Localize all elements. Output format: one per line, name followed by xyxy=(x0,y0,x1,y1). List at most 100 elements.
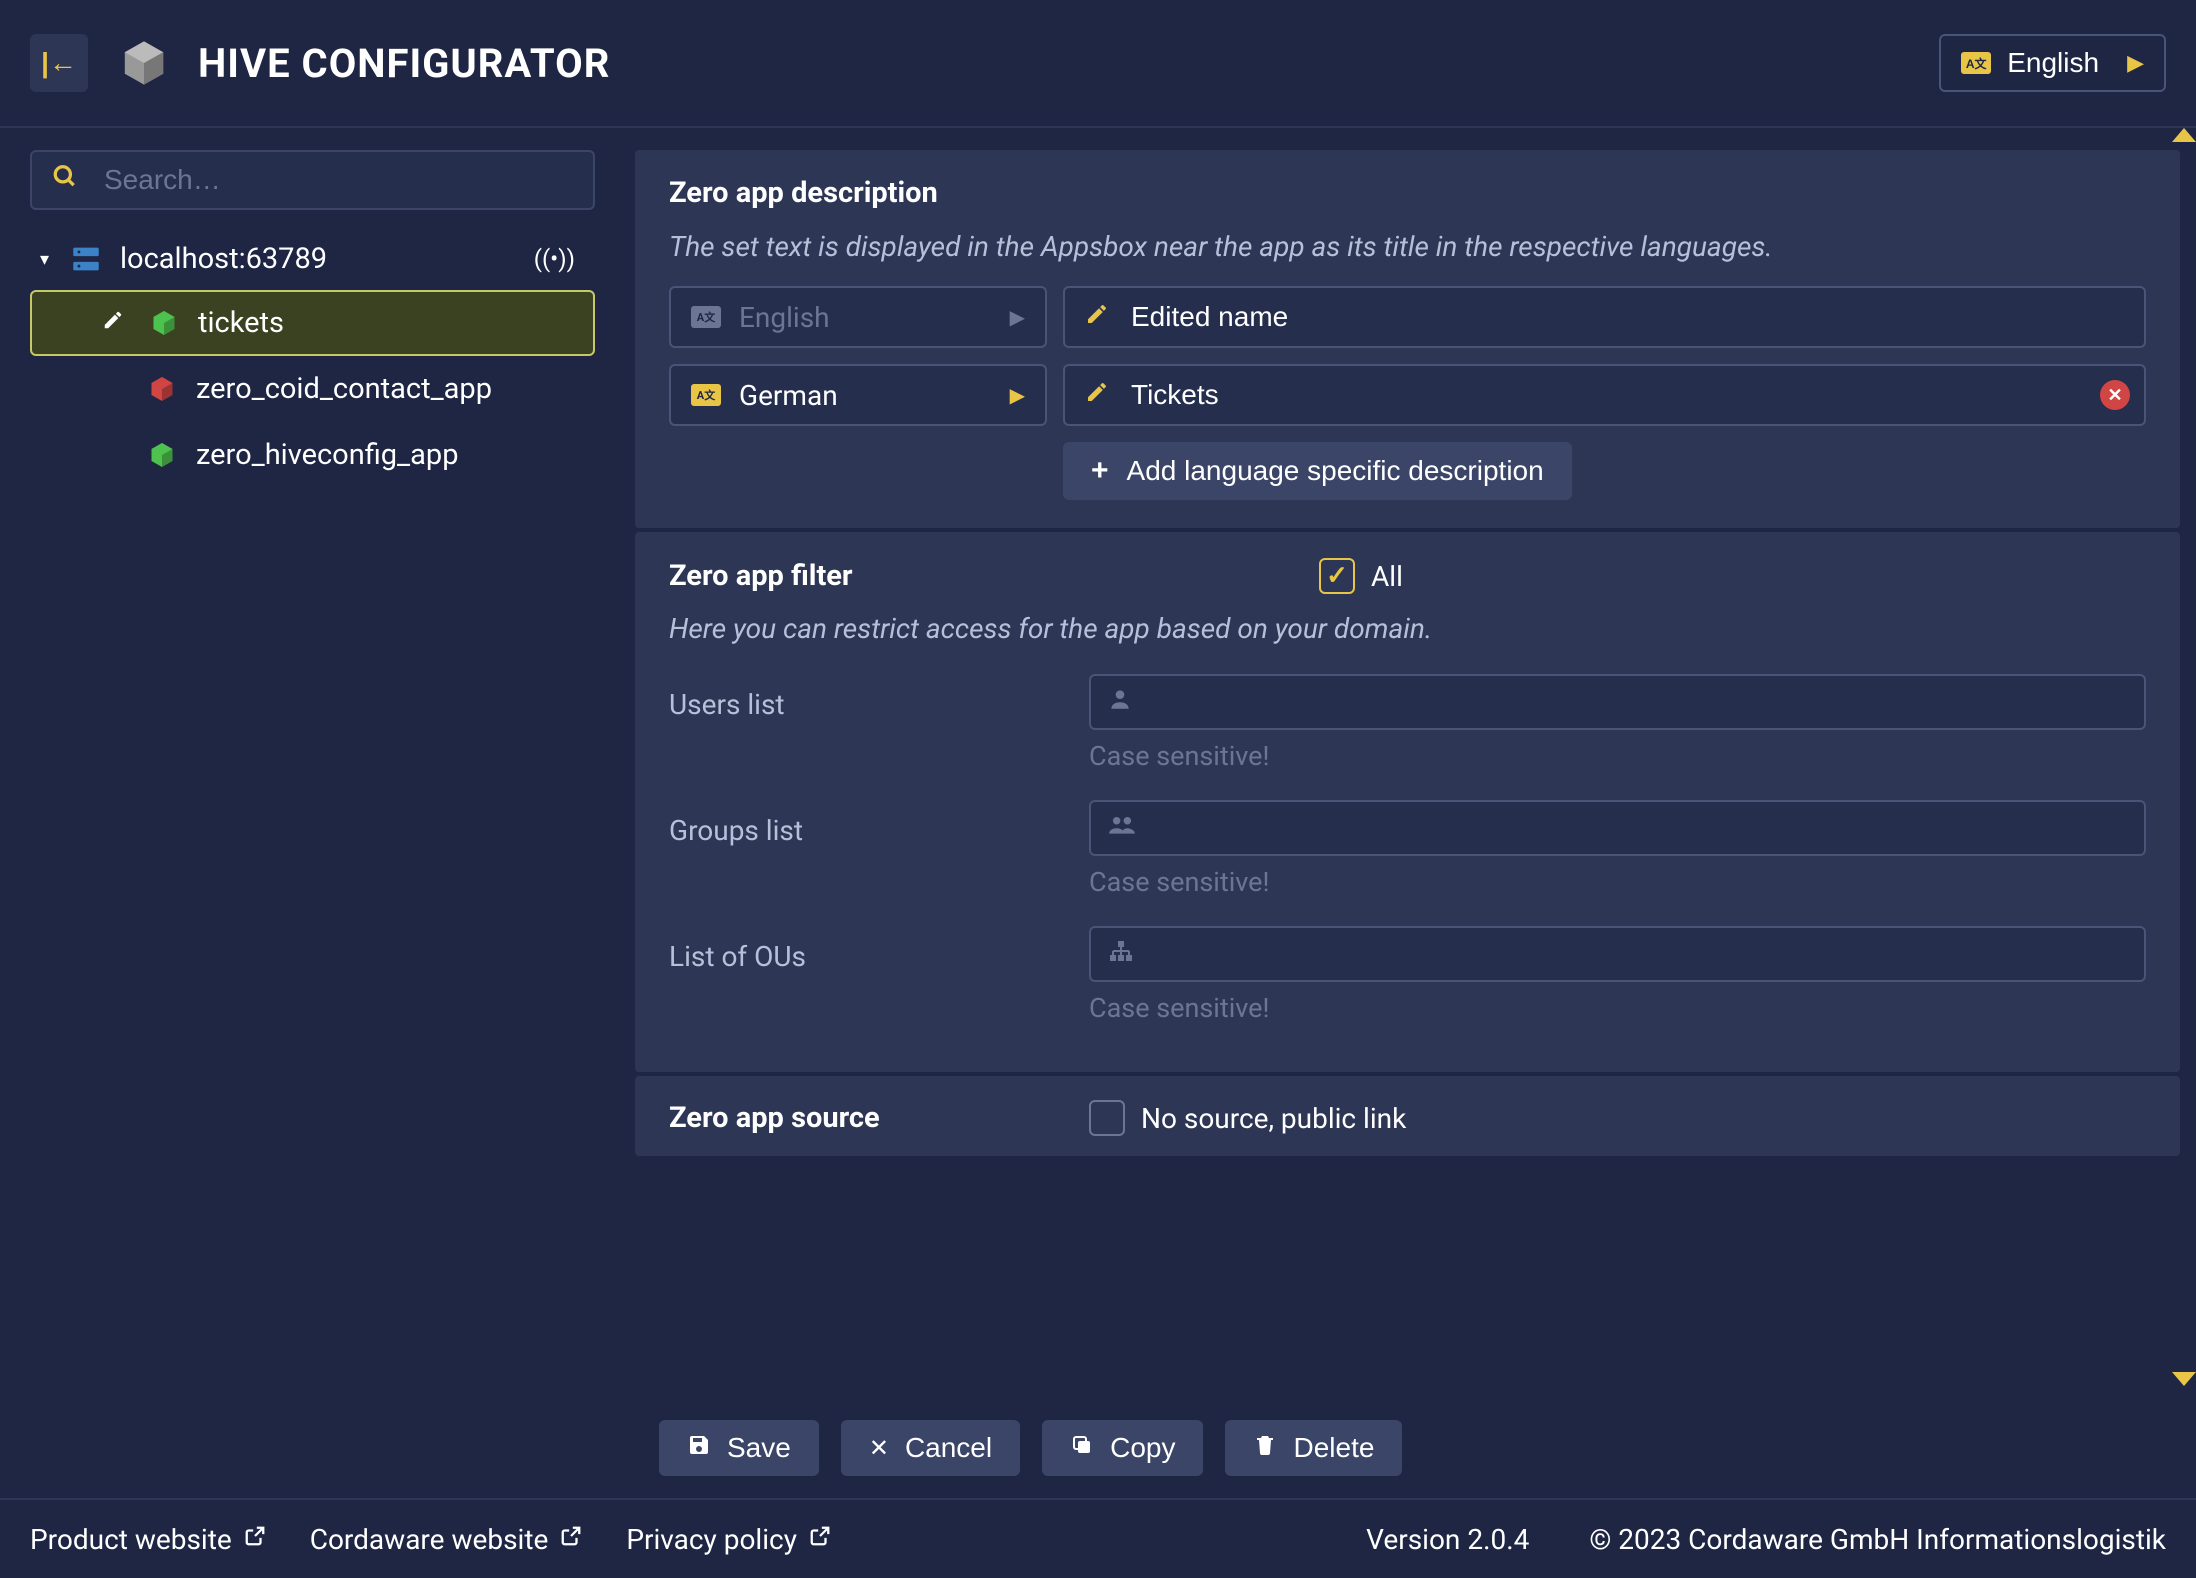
main-content: Zero app description The set text is dis… xyxy=(625,128,2196,1498)
filter-field-label: List of OUs xyxy=(669,940,806,973)
edit-icon xyxy=(1085,302,1109,332)
chevron-right-icon: ▶ xyxy=(2127,50,2144,76)
description-input-wrap xyxy=(1063,286,2146,348)
filter-panel-subtitle: Here you can restrict access for the app… xyxy=(669,608,2146,650)
org-icon xyxy=(1107,938,1135,970)
delete-button[interactable]: Delete xyxy=(1225,1420,1402,1476)
description-row: A文 English ▶ xyxy=(669,286,2146,348)
app-logo-icon xyxy=(116,35,172,91)
filter-panel: Zero app filter All Here you can restric… xyxy=(635,532,2180,1072)
external-icon xyxy=(560,1525,582,1553)
language-select-english[interactable]: A文 English ▶ xyxy=(669,286,1047,348)
source-panel: Zero app source No source, public link xyxy=(635,1076,2180,1156)
description-input[interactable] xyxy=(1063,364,2146,426)
group-icon xyxy=(1107,812,1137,844)
copyright-label: © 2023 Cordaware GmbH Informationslogist… xyxy=(1589,1523,2166,1556)
description-input-wrap: ✕ xyxy=(1063,364,2146,426)
language-label: English xyxy=(2007,47,2099,79)
edit-icon xyxy=(1085,380,1109,410)
user-icon xyxy=(1107,686,1133,718)
sidebar-item-label: zero_hiveconfig_app xyxy=(196,438,459,472)
plus-icon: + xyxy=(1091,454,1109,488)
add-language-description-label: Add language specific description xyxy=(1127,455,1544,487)
version-label: Version 2.0.4 xyxy=(1366,1523,1529,1556)
product-website-link[interactable]: Product website xyxy=(30,1523,266,1556)
sidebar-item-zero_hiveconfig_app[interactable]: zero_hiveconfig_app xyxy=(30,422,595,488)
cube-icon xyxy=(146,373,178,405)
filter-field-label: Users list xyxy=(669,688,785,721)
app-title: HIVE CONFIGURATOR xyxy=(198,40,610,87)
tree-root-label: localhost:63789 xyxy=(120,242,327,276)
chevron-right-icon: ▶ xyxy=(1010,305,1025,329)
clear-button[interactable]: ✕ xyxy=(2100,380,2130,410)
caret-down-icon: ▾ xyxy=(40,249,68,270)
sidebar-item-tickets[interactable]: tickets xyxy=(30,290,595,356)
source-panel-title: Zero app source xyxy=(669,1101,1089,1135)
filter-field-row: List of OUs Case sensitive! xyxy=(635,926,2180,1042)
footer: Product website Cordaware website Privac… xyxy=(0,1498,2196,1578)
filter-hint-label: Case sensitive! xyxy=(1089,992,2146,1024)
scroll-up-indicator xyxy=(2172,128,2196,142)
cancel-button[interactable]: ✕ Cancel xyxy=(841,1420,1020,1476)
filter-panel-title: Zero app filter xyxy=(669,559,1059,593)
filter-field-row: Groups list Case sensitive! xyxy=(635,800,2180,916)
no-source-label: No source, public link xyxy=(1141,1102,1406,1135)
cordaware-website-link[interactable]: Cordaware website xyxy=(310,1523,583,1556)
filter-group-input[interactable] xyxy=(1089,800,2146,856)
add-language-description-button[interactable]: + Add language specific description xyxy=(1063,442,1572,500)
filter-org-input[interactable] xyxy=(1089,926,2146,982)
filter-all-label: All xyxy=(1371,560,1403,593)
save-label: Save xyxy=(727,1432,791,1464)
action-bar: Save ✕ Cancel Copy Delete xyxy=(635,1398,2186,1498)
checkbox-icon xyxy=(1089,1100,1125,1136)
copy-icon xyxy=(1070,1433,1094,1464)
sidebar: ▾ localhost:63789 ((•)) tickets zero_coi… xyxy=(0,128,625,1498)
language-name-label: English xyxy=(739,301,830,334)
filter-user-input[interactable] xyxy=(1089,674,2146,730)
description-input[interactable] xyxy=(1063,286,2146,348)
sidebar-item-zero_coid_contact_app[interactable]: zero_coid_contact_app xyxy=(30,356,595,422)
description-panel-subtitle: The set text is displayed in the Appsbox… xyxy=(669,226,2146,268)
save-icon xyxy=(687,1433,711,1464)
language-select-german[interactable]: A文 German ▶ xyxy=(669,364,1047,426)
tree-root-node[interactable]: ▾ localhost:63789 ((•)) xyxy=(30,228,595,290)
external-icon xyxy=(244,1525,266,1553)
cube-icon xyxy=(148,307,180,339)
sidebar-item-label: tickets xyxy=(198,306,284,340)
close-icon: ✕ xyxy=(869,1434,889,1463)
signal-icon: ((•)) xyxy=(534,245,581,273)
trash-icon xyxy=(1253,1433,1277,1464)
language-badge-icon: A文 xyxy=(691,306,721,328)
filter-all-checkbox-wrap[interactable]: All xyxy=(1319,558,1403,594)
copy-label: Copy xyxy=(1110,1432,1175,1464)
language-badge-icon: A文 xyxy=(691,384,721,406)
scroll-down-indicator xyxy=(2172,1372,2196,1386)
server-icon xyxy=(68,241,104,277)
chevron-right-icon: ▶ xyxy=(1010,383,1025,407)
checkbox-icon xyxy=(1319,558,1355,594)
filter-hint-label: Case sensitive! xyxy=(1089,866,2146,898)
edit-icon xyxy=(102,309,132,337)
external-icon xyxy=(809,1525,831,1553)
collapse-left-icon: |← xyxy=(41,47,77,79)
cancel-label: Cancel xyxy=(905,1432,992,1464)
filter-hint-label: Case sensitive! xyxy=(1089,740,2146,772)
copy-button[interactable]: Copy xyxy=(1042,1420,1203,1476)
search-wrap xyxy=(30,150,595,210)
filter-field-row: Users list Case sensitive! xyxy=(635,674,2180,790)
description-row: A文 German ▶ ✕ xyxy=(669,364,2146,426)
privacy-policy-link[interactable]: Privacy policy xyxy=(626,1523,831,1556)
filter-field-label: Groups list xyxy=(669,814,803,847)
language-selector[interactable]: A文 English ▶ xyxy=(1939,34,2166,92)
language-name-label: German xyxy=(739,379,838,412)
description-panel: Zero app description The set text is dis… xyxy=(635,150,2180,528)
save-button[interactable]: Save xyxy=(659,1420,819,1476)
sidebar-item-label: zero_coid_contact_app xyxy=(196,372,492,406)
cube-icon xyxy=(146,439,178,471)
footer-link-label: Product website xyxy=(30,1523,232,1556)
no-source-checkbox-wrap[interactable]: No source, public link xyxy=(1089,1100,1406,1136)
footer-link-label: Privacy policy xyxy=(626,1523,797,1556)
delete-label: Delete xyxy=(1293,1432,1374,1464)
search-input[interactable] xyxy=(30,150,595,210)
sidebar-toggle-button[interactable]: |← xyxy=(30,34,88,92)
